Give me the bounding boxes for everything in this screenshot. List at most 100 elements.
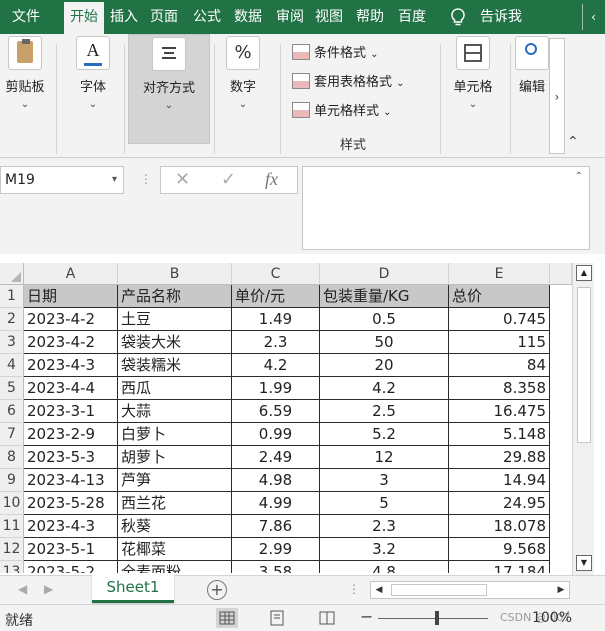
tab-insert[interactable]: 插入 [110, 0, 138, 34]
column-header-b[interactable]: B [118, 263, 232, 285]
table-header-cell[interactable]: 总价 [449, 285, 550, 308]
table-cell[interactable]: 1.49 [232, 308, 320, 331]
chevron-up-icon[interactable]: ⌃ [575, 171, 583, 182]
table-cell[interactable]: 18.078 [449, 515, 550, 538]
table-header-cell[interactable]: 日期 [24, 285, 118, 308]
select-all-button[interactable] [0, 263, 24, 285]
tab-home[interactable]: 开始 [64, 0, 104, 34]
table-cell[interactable]: 2023-4-4 [24, 377, 118, 400]
row-header[interactable]: 8 [0, 446, 24, 469]
tab-formulas[interactable]: 公式 [193, 0, 221, 34]
table-cell[interactable]: 秋葵 [118, 515, 232, 538]
next-sheet-icon[interactable]: ▶ [44, 582, 53, 596]
formula-input[interactable]: ⌃ [302, 166, 590, 250]
table-cell[interactable]: 全麦面粉 [118, 561, 232, 573]
tab-file[interactable]: 文件 [12, 0, 40, 34]
scroll-up-icon[interactable]: ▲ [576, 265, 592, 281]
row-header[interactable]: 2 [0, 308, 24, 331]
table-cell[interactable]: 袋装大米 [118, 331, 232, 354]
chevron-down-icon[interactable]: ▾ [112, 167, 117, 193]
table-cell[interactable]: 花椰菜 [118, 538, 232, 561]
font-button[interactable]: A 字体 ⌄ [58, 34, 128, 144]
table-cell[interactable]: 4.2 [232, 354, 320, 377]
tab-baidu[interactable]: 百度 [398, 0, 426, 34]
page-break-view-icon[interactable] [316, 608, 338, 628]
ribbon-more-icon[interactable]: ‹ [582, 4, 604, 30]
table-header-cell[interactable]: 包装重量/KG [320, 285, 449, 308]
table-header-cell[interactable]: 单价/元 [232, 285, 320, 308]
table-cell[interactable]: 4.99 [232, 492, 320, 515]
column-header-d[interactable]: D [320, 263, 449, 285]
table-cell[interactable]: 0.99 [232, 423, 320, 446]
add-sheet-icon[interactable]: + [207, 580, 227, 600]
table-cell[interactable]: 西瓜 [118, 377, 232, 400]
table-cell[interactable]: 2023-5-3 [24, 446, 118, 469]
table-cell[interactable]: 29.88 [449, 446, 550, 469]
table-cell[interactable]: 2.3 [320, 515, 449, 538]
table-cell[interactable]: 16.475 [449, 400, 550, 423]
table-cell[interactable]: 2023-5-2 [24, 561, 118, 573]
table-cell[interactable]: 大蒜 [118, 400, 232, 423]
tab-data[interactable]: 数据 [234, 0, 262, 34]
row-header[interactable]: 5 [0, 377, 24, 400]
table-cell[interactable]: 2023-4-13 [24, 469, 118, 492]
sheet-tab-sheet1[interactable]: Sheet1 [92, 575, 174, 603]
table-cell[interactable]: 4.8 [320, 561, 449, 573]
table-cell[interactable]: 5.148 [449, 423, 550, 446]
scroll-down-icon[interactable]: ▼ [576, 555, 592, 571]
page-layout-view-icon[interactable] [266, 608, 288, 628]
clipboard-button[interactable]: 剪贴板 ⌄ [0, 34, 60, 144]
table-cell[interactable]: 3 [320, 469, 449, 492]
column-header-a[interactable]: A [24, 263, 118, 285]
editing-button[interactable]: 编辑 [512, 34, 552, 144]
table-header-cell[interactable]: 产品名称 [118, 285, 232, 308]
spreadsheet-grid[interactable]: ABCDE 1 2 3 4 5 6 7 8 9 10 11 12 13 日期 产品名称 单价/元 包装重量/K… [0, 263, 572, 573]
tell-me-search[interactable]: 告诉我 [480, 0, 522, 34]
table-cell[interactable]: 西兰花 [118, 492, 232, 515]
row-header[interactable]: 3 [0, 331, 24, 354]
tab-view[interactable]: 视图 [315, 0, 343, 34]
column-header-e[interactable]: E [449, 263, 550, 285]
collapse-ribbon-icon[interactable]: ⌃ [567, 134, 579, 150]
table-cell[interactable]: 2023-3-1 [24, 400, 118, 423]
table-cell[interactable]: 2023-4-2 [24, 308, 118, 331]
table-cell[interactable]: 胡萝卜 [118, 446, 232, 469]
horizontal-scrollbar[interactable]: ◀ ▶ [370, 581, 570, 599]
normal-view-icon[interactable] [216, 608, 238, 628]
row-header[interactable]: 11 [0, 515, 24, 538]
table-cell[interactable]: 1.99 [232, 377, 320, 400]
table-cell[interactable]: 7.86 [232, 515, 320, 538]
table-cell[interactable]: 5.2 [320, 423, 449, 446]
table-cell[interactable]: 2.5 [320, 400, 449, 423]
table-cell[interactable]: 8.358 [449, 377, 550, 400]
cancel-icon[interactable]: ✕ [175, 169, 190, 190]
tab-page-layout[interactable]: 页面 [150, 0, 178, 34]
table-cell[interactable]: 芦笋 [118, 469, 232, 492]
table-cell[interactable]: 50 [320, 331, 449, 354]
drag-handle-icon[interactable]: ⋮ [348, 582, 360, 596]
scroll-left-icon[interactable]: ◀ [371, 582, 387, 598]
table-cell[interactable]: 24.95 [449, 492, 550, 515]
drag-handle-icon[interactable]: ⋮ [140, 172, 152, 186]
table-cell[interactable]: 土豆 [118, 308, 232, 331]
vertical-scrollbar[interactable]: ▲ ▼ [572, 263, 594, 575]
confirm-icon[interactable]: ✓ [221, 169, 236, 190]
name-box[interactable]: M19 ▾ [0, 166, 124, 194]
alignment-button[interactable]: 对齐方式 ⌄ [128, 34, 210, 144]
table-cell[interactable]: 115 [449, 331, 550, 354]
row-header[interactable]: 12 [0, 538, 24, 561]
hscroll-thumb[interactable] [391, 584, 487, 596]
ribbon-scroll-right-button[interactable]: › [549, 38, 565, 154]
zoom-out-icon[interactable]: − [360, 607, 373, 626]
table-cell[interactable]: 17.184 [449, 561, 550, 573]
table-cell[interactable]: 0.5 [320, 308, 449, 331]
table-cell[interactable]: 20 [320, 354, 449, 377]
table-cell[interactable]: 4.98 [232, 469, 320, 492]
column-header-c[interactable]: C [232, 263, 320, 285]
table-cell[interactable]: 2.99 [232, 538, 320, 561]
scroll-right-icon[interactable]: ▶ [553, 582, 569, 598]
cell-styles-button[interactable]: 单元格样式 ⌄ [292, 100, 392, 124]
table-cell[interactable]: 4.2 [320, 377, 449, 400]
column-header-f[interactable] [550, 263, 572, 285]
prev-sheet-icon[interactable]: ◀ [18, 582, 27, 596]
